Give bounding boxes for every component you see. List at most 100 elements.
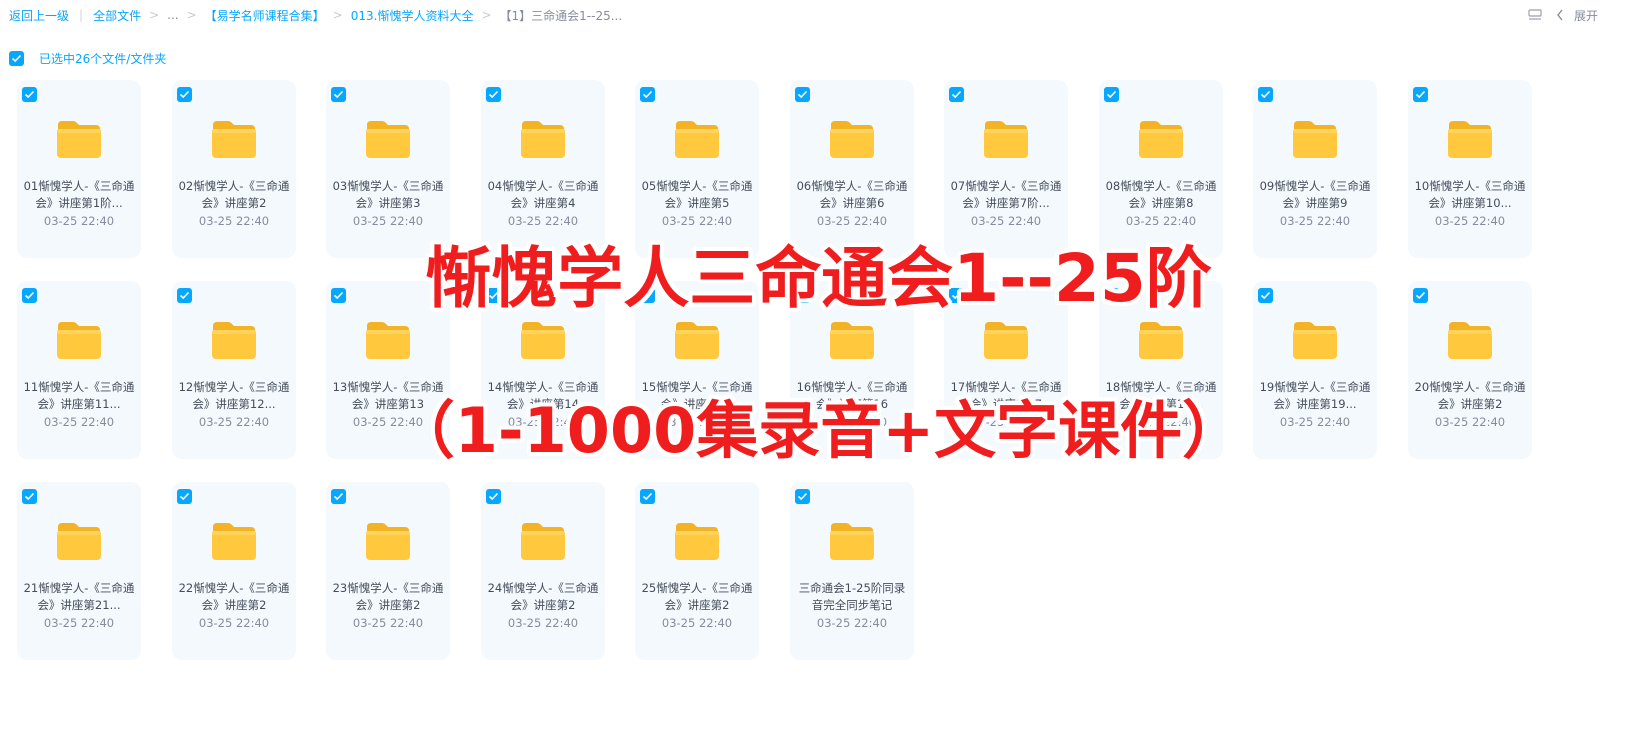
item-checkbox[interactable] <box>640 87 655 102</box>
file-name[interactable]: 04惭愧学人-《三命通会》讲座第4 <box>487 178 599 212</box>
file-name[interactable]: 03惭愧学人-《三命通会》讲座第3 <box>332 178 444 212</box>
file-date: 03-25 22:40 <box>1434 214 1506 228</box>
folder-card[interactable]: 01惭愧学人-《三命通会》讲座第1阶... 03-25 22:40 <box>17 80 141 258</box>
item-checkbox[interactable] <box>331 489 346 504</box>
item-checkbox[interactable] <box>949 87 964 102</box>
folder-card[interactable]: 15惭愧学人-《三命通会》讲座第15 03-25 22:40 <box>635 281 759 459</box>
folder-card[interactable]: 07惭愧学人-《三命通会》讲座第7阶... 03-25 22:40 <box>944 80 1068 258</box>
item-checkbox[interactable] <box>1258 87 1273 102</box>
item-checkbox[interactable] <box>795 87 810 102</box>
folder-card[interactable]: 17惭愧学人-《三命通会》讲座第17 03-25 22:40 <box>944 281 1068 459</box>
item-checkbox[interactable] <box>177 489 192 504</box>
file-name[interactable]: 07惭愧学人-《三命通会》讲座第7阶... <box>950 178 1062 212</box>
folder-card[interactable]: 10惭愧学人-《三命通会》讲座第10... 03-25 22:40 <box>1408 80 1532 258</box>
file-date: 03-25 22:40 <box>816 214 888 228</box>
checkbox-checked-icon <box>488 90 499 99</box>
file-date: 03-25 22:40 <box>1125 214 1197 228</box>
item-checkbox[interactable] <box>1104 288 1119 303</box>
item-checkbox[interactable] <box>795 489 810 504</box>
folder-icon <box>57 121 101 158</box>
folder-card[interactable]: 05惭愧学人-《三命通会》讲座第5 03-25 22:40 <box>635 80 759 258</box>
folder-card[interactable]: 18惭愧学人-《三命通会》讲座第18... 03-25 22:40 <box>1099 281 1223 459</box>
item-checkbox[interactable] <box>331 87 346 102</box>
checkbox-checked-icon <box>951 90 962 99</box>
file-name[interactable]: 13惭愧学人-《三命通会》讲座第13 <box>332 379 444 413</box>
folder-card[interactable]: 14惭愧学人-《三命通会》讲座第14 03-25 22:40 <box>481 281 605 459</box>
file-name[interactable]: 09惭愧学人-《三命通会》讲座第9 <box>1259 178 1371 212</box>
folder-card[interactable]: 04惭愧学人-《三命通会》讲座第4 03-25 22:40 <box>481 80 605 258</box>
checkbox-checked-icon <box>642 90 653 99</box>
item-checkbox[interactable] <box>795 288 810 303</box>
file-name[interactable]: 16惭愧学人-《三命通会》讲座第16 <box>796 379 908 413</box>
file-name[interactable]: 20惭愧学人-《三命通会》讲座第2 <box>1414 379 1526 413</box>
file-name[interactable]: 三命通会1-25阶同录音完全同步笔记 <box>796 580 908 614</box>
file-date: 03-25 22:40 <box>198 616 270 630</box>
folder-icon <box>830 322 874 359</box>
item-checkbox[interactable] <box>1413 288 1428 303</box>
checkbox-checked-icon <box>797 291 808 300</box>
file-name[interactable]: 14惭愧学人-《三命通会》讲座第14 <box>487 379 599 413</box>
item-checkbox[interactable] <box>22 288 37 303</box>
item-checkbox[interactable] <box>486 288 501 303</box>
file-name[interactable]: 17惭愧学人-《三命通会》讲座第17 <box>950 379 1062 413</box>
file-date: 03-25 22:40 <box>1279 415 1351 429</box>
item-checkbox[interactable] <box>1258 288 1273 303</box>
item-checkbox[interactable] <box>22 87 37 102</box>
file-browser: 返回上一级 | 全部文件 > ... > 【易学名师课程合集】 > 013.惭愧… <box>0 0 1625 744</box>
folder-card[interactable]: 19惭愧学人-《三命通会》讲座第19... 03-25 22:40 <box>1253 281 1377 459</box>
file-name[interactable]: 21惭愧学人-《三命通会》讲座第21... <box>23 580 135 614</box>
item-checkbox[interactable] <box>177 288 192 303</box>
folder-card[interactable]: 24惭愧学人-《三命通会》讲座第2 03-25 22:40 <box>481 482 605 660</box>
file-name[interactable]: 23惭愧学人-《三命通会》讲座第2 <box>332 580 444 614</box>
folder-card[interactable]: 06惭愧学人-《三命通会》讲座第6 03-25 22:40 <box>790 80 914 258</box>
folder-card[interactable]: 16惭愧学人-《三命通会》讲座第16 03-25 22:40 <box>790 281 914 459</box>
file-name[interactable]: 05惭愧学人-《三命通会》讲座第5 <box>641 178 753 212</box>
item-checkbox[interactable] <box>949 288 964 303</box>
folder-card[interactable]: 三命通会1-25阶同录音完全同步笔记 03-25 22:40 <box>790 482 914 660</box>
file-name[interactable]: 06惭愧学人-《三命通会》讲座第6 <box>796 178 908 212</box>
folder-icon <box>675 523 719 560</box>
folder-icon <box>984 322 1028 359</box>
file-name[interactable]: 01惭愧学人-《三命通会》讲座第1阶... <box>23 178 135 212</box>
file-name[interactable]: 02惭愧学人-《三命通会》讲座第2 <box>178 178 290 212</box>
file-name[interactable]: 22惭愧学人-《三命通会》讲座第2 <box>178 580 290 614</box>
file-name[interactable]: 24惭愧学人-《三命通会》讲座第2 <box>487 580 599 614</box>
file-name[interactable]: 12惭愧学人-《三命通会》讲座第12... <box>178 379 290 413</box>
item-checkbox[interactable] <box>640 489 655 504</box>
file-name[interactable]: 11惭愧学人-《三命通会》讲座第11... <box>23 379 135 413</box>
item-checkbox[interactable] <box>331 288 346 303</box>
folder-card[interactable]: 11惭愧学人-《三命通会》讲座第11... 03-25 22:40 <box>17 281 141 459</box>
file-date: 03-25 22:40 <box>661 415 733 429</box>
folder-icon <box>521 121 565 158</box>
folder-card[interactable]: 23惭愧学人-《三命通会》讲座第2 03-25 22:40 <box>326 482 450 660</box>
file-name[interactable]: 10惭愧学人-《三命通会》讲座第10... <box>1414 178 1526 212</box>
item-checkbox[interactable] <box>1413 87 1428 102</box>
folder-card[interactable]: 25惭愧学人-《三命通会》讲座第2 03-25 22:40 <box>635 482 759 660</box>
folder-card[interactable]: 21惭愧学人-《三命通会》讲座第21... 03-25 22:40 <box>17 482 141 660</box>
folder-card[interactable]: 03惭愧学人-《三命通会》讲座第3 03-25 22:40 <box>326 80 450 258</box>
folder-card[interactable]: 12惭愧学人-《三命通会》讲座第12... 03-25 22:40 <box>172 281 296 459</box>
file-name[interactable]: 08惭愧学人-《三命通会》讲座第8 <box>1105 178 1217 212</box>
folder-card[interactable]: 09惭愧学人-《三命通会》讲座第9 03-25 22:40 <box>1253 80 1377 258</box>
folder-card[interactable]: 22惭愧学人-《三命通会》讲座第2 03-25 22:40 <box>172 482 296 660</box>
file-name[interactable]: 25惭愧学人-《三命通会》讲座第2 <box>641 580 753 614</box>
item-checkbox[interactable] <box>1104 87 1119 102</box>
item-checkbox[interactable] <box>22 489 37 504</box>
folder-card[interactable]: 08惭愧学人-《三命通会》讲座第8 03-25 22:40 <box>1099 80 1223 258</box>
item-checkbox[interactable] <box>486 489 501 504</box>
file-name[interactable]: 15惭愧学人-《三命通会》讲座第15 <box>641 379 753 413</box>
file-date: 03-25 22:40 <box>661 616 733 630</box>
item-checkbox[interactable] <box>640 288 655 303</box>
folder-card[interactable]: 02惭愧学人-《三命通会》讲座第2 03-25 22:40 <box>172 80 296 258</box>
folder-card[interactable]: 13惭愧学人-《三命通会》讲座第13 03-25 22:40 <box>326 281 450 459</box>
checkbox-checked-icon <box>488 291 499 300</box>
folder-card[interactable]: 20惭愧学人-《三命通会》讲座第2 03-25 22:40 <box>1408 281 1532 459</box>
checkbox-checked-icon <box>179 90 190 99</box>
file-name[interactable]: 18惭愧学人-《三命通会》讲座第18... <box>1105 379 1217 413</box>
folder-icon <box>521 523 565 560</box>
item-checkbox[interactable] <box>486 87 501 102</box>
file-name[interactable]: 19惭愧学人-《三命通会》讲座第19... <box>1259 379 1371 413</box>
folder-icon <box>1448 121 1492 158</box>
file-date: 03-25 22:40 <box>1125 415 1197 429</box>
item-checkbox[interactable] <box>177 87 192 102</box>
